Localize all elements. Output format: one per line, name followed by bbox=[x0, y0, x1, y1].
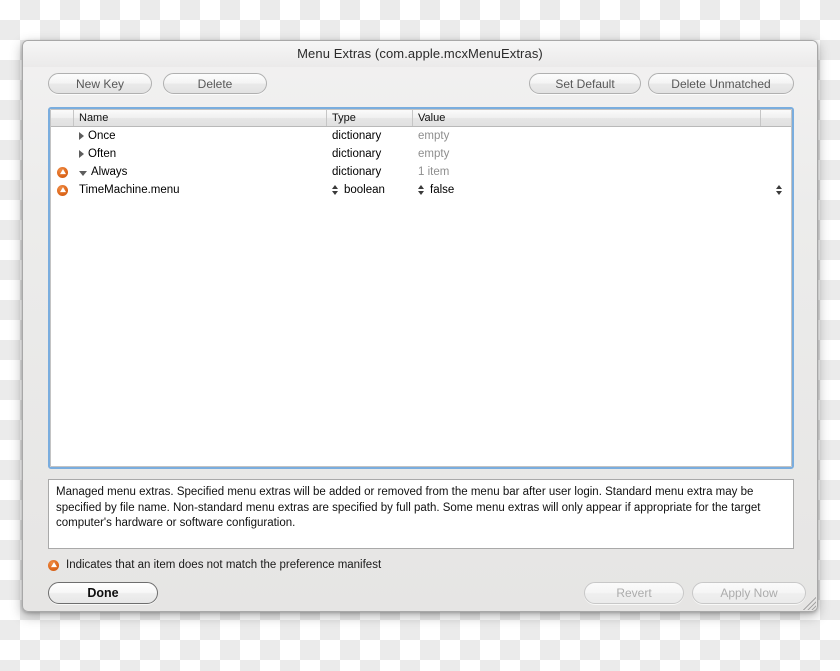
row-value-label: empty bbox=[413, 148, 449, 160]
delete-unmatched-button[interactable]: Delete Unmatched bbox=[648, 73, 794, 94]
warning-icon bbox=[57, 185, 68, 196]
toolbar: New Key Delete Set Default Delete Unmatc… bbox=[23, 69, 817, 101]
type-stepper[interactable] bbox=[330, 183, 339, 197]
row-type-cell[interactable]: dictionary bbox=[327, 127, 413, 145]
row-type-label: dictionary bbox=[327, 166, 381, 178]
row-extra-cell bbox=[761, 181, 791, 199]
row-name-cell[interactable]: Always bbox=[74, 163, 327, 181]
done-button[interactable]: Done bbox=[48, 582, 158, 604]
row-name-label: Once bbox=[88, 130, 116, 142]
row-value-label: empty bbox=[413, 130, 449, 142]
preference-editor-window: Menu Extras (com.apple.mcxMenuExtras) Ne… bbox=[22, 40, 818, 612]
row-extra-cell bbox=[761, 163, 791, 181]
description-text: Managed menu extras. Specified menu extr… bbox=[56, 485, 786, 532]
table-row[interactable]: Often dictionary empty bbox=[51, 145, 791, 163]
column-header-extra[interactable] bbox=[761, 110, 791, 126]
row-end-stepper[interactable] bbox=[774, 183, 783, 197]
set-default-button[interactable]: Set Default bbox=[529, 73, 641, 94]
legend-label: Indicates that an item does not match th… bbox=[66, 559, 381, 571]
row-name-cell[interactable]: Once bbox=[74, 127, 327, 145]
row-status-cell bbox=[51, 181, 74, 199]
row-extra-cell bbox=[761, 127, 791, 145]
row-type-cell[interactable]: dictionary bbox=[327, 163, 413, 181]
row-name-label: Always bbox=[91, 166, 127, 178]
row-type-label: dictionary bbox=[327, 130, 381, 142]
row-extra-cell bbox=[761, 145, 791, 163]
table-row[interactable]: TimeMachine.menu booleanfalse bbox=[51, 181, 791, 199]
row-value-cell[interactable]: empty bbox=[413, 127, 761, 145]
column-header-type[interactable]: Type bbox=[327, 110, 413, 126]
row-type-cell[interactable]: boolean bbox=[327, 181, 413, 199]
disclosure-triangle-right-icon[interactable] bbox=[79, 150, 84, 158]
table-row[interactable]: Once dictionary empty bbox=[51, 127, 791, 145]
value-stepper[interactable] bbox=[416, 183, 425, 197]
table-header-row: Name Type Value bbox=[51, 110, 791, 127]
revert-button[interactable]: Revert bbox=[584, 582, 684, 604]
disclosure-triangle-down-icon[interactable] bbox=[79, 171, 87, 176]
table-row[interactable]: Always dictionary 1 item bbox=[51, 163, 791, 181]
row-type-label: dictionary bbox=[327, 148, 381, 160]
row-type-cell[interactable]: dictionary bbox=[327, 145, 413, 163]
row-status-cell bbox=[51, 145, 74, 163]
row-status-cell bbox=[51, 163, 74, 181]
new-key-button[interactable]: New Key bbox=[48, 73, 152, 94]
warning-icon bbox=[48, 560, 59, 571]
legend: Indicates that an item does not match th… bbox=[48, 559, 381, 571]
table-body: Once dictionary empty Often dictionary empty A… bbox=[51, 127, 791, 466]
row-value-cell[interactable]: empty bbox=[413, 145, 761, 163]
window-titlebar: Menu Extras (com.apple.mcxMenuExtras) bbox=[23, 41, 817, 67]
delete-button[interactable]: Delete bbox=[163, 73, 267, 94]
preference-keys-table[interactable]: Name Type Value OncedictionaryemptyOften… bbox=[48, 107, 794, 469]
disclosure-triangle-right-icon[interactable] bbox=[79, 132, 84, 140]
row-value-cell[interactable]: 1 item bbox=[413, 163, 761, 181]
warning-icon bbox=[57, 167, 68, 178]
column-header-name[interactable]: Name bbox=[74, 110, 327, 126]
row-name-label: TimeMachine.menu bbox=[79, 184, 180, 196]
row-value-label: 1 item bbox=[413, 166, 449, 178]
window-title: Menu Extras (com.apple.mcxMenuExtras) bbox=[23, 46, 817, 61]
row-status-cell bbox=[51, 127, 74, 145]
apply-now-button[interactable]: Apply Now bbox=[692, 582, 806, 604]
row-name-label: Often bbox=[88, 148, 116, 160]
description-box: Managed menu extras. Specified menu extr… bbox=[48, 479, 794, 549]
column-header-value[interactable]: Value bbox=[413, 110, 761, 126]
row-value-cell[interactable]: false bbox=[413, 181, 761, 199]
row-name-cell[interactable]: TimeMachine.menu bbox=[74, 181, 327, 199]
column-header-status[interactable] bbox=[51, 110, 74, 126]
row-name-cell[interactable]: Often bbox=[74, 145, 327, 163]
